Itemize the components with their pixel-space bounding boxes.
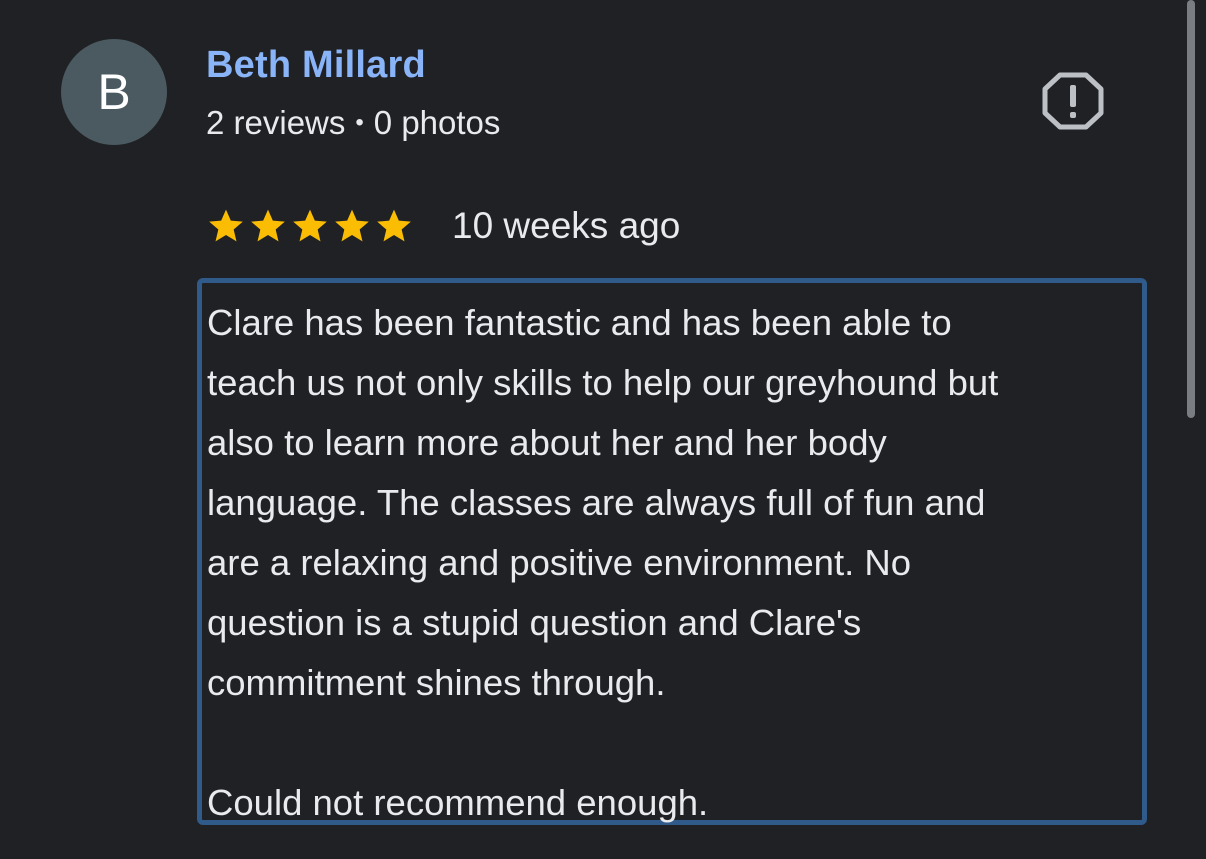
avatar[interactable]: B [61, 39, 167, 145]
author-meta: 2 reviews • 0 photos [206, 104, 500, 142]
rating-row: 10 weeks ago [206, 200, 680, 252]
review-body-highlight: Clare has been fantastic and has been ab… [197, 278, 1147, 825]
star-icon [377, 209, 411, 242]
star-icon [335, 209, 369, 242]
scrollbar-thumb[interactable] [1187, 0, 1195, 418]
report-button[interactable] [1040, 70, 1106, 132]
avatar-letter: B [97, 64, 131, 120]
star-icon [251, 209, 285, 242]
reviews-count: 2 reviews [206, 104, 346, 141]
star-icon [293, 209, 327, 242]
scrollbar[interactable] [1186, 0, 1196, 859]
star-rating [206, 206, 414, 246]
review-text: Clare has been fantastic and has been ab… [207, 302, 999, 823]
star-icon [209, 209, 243, 242]
photos-count: 0 photos [373, 104, 501, 141]
report-flag-icon [1042, 72, 1104, 130]
review-date: 10 weeks ago [452, 205, 681, 246]
review-page: B Beth Millard 2 reviews • 0 photos 10 w… [0, 0, 1206, 859]
author-name[interactable]: Beth Millard [206, 44, 426, 87]
meta-separator: • [355, 109, 364, 136]
